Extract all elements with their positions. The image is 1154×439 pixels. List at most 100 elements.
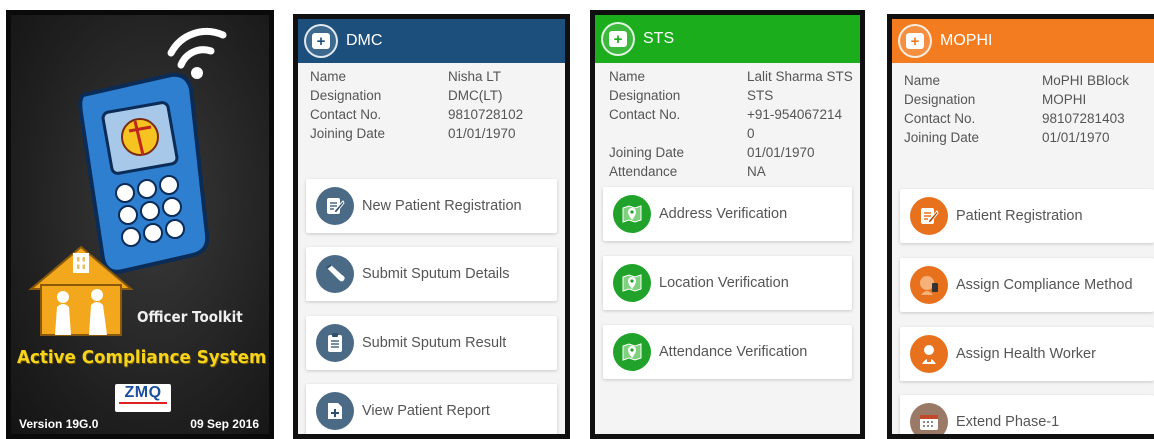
info-value: Nisha LT — [448, 69, 502, 84]
zmq-logo: ZMQ — [115, 384, 171, 412]
info-label: Name — [904, 73, 941, 88]
info-label: Designation — [310, 88, 382, 103]
splash-screen: Officer Toolkit Active Compliance System… — [6, 10, 274, 439]
health-worker-icon — [910, 335, 948, 373]
map-pin-icon — [613, 195, 651, 233]
phone-logo-illustration — [28, 27, 227, 336]
assign-compliance-method-button[interactable]: Assign Compliance Method — [900, 258, 1154, 312]
info-label: Joining Date — [609, 145, 685, 160]
dmc-profile-info: Name Nisha LT Designation DMC(LT) Contact … — [310, 67, 561, 143]
version-label: Version 19G.0 — [19, 417, 99, 431]
info-label: Joining Date — [310, 126, 386, 141]
new-patient-registration-button[interactable]: New Patient Registration — [306, 179, 557, 233]
sts-screen: + STS Name Lalit Sharma STS Designation ST… — [590, 10, 865, 439]
info-value: NA — [747, 164, 766, 179]
logo-text: ZMQ — [124, 384, 162, 401]
info-row-contact: Contact No. +91-954067214 — [609, 105, 856, 124]
action-label: Assign Compliance Method — [956, 277, 1133, 293]
info-row-contact: Contact No. 9810728102 — [310, 105, 561, 124]
info-label: Contact No. — [310, 107, 382, 122]
info-row-joining: Joining Date 01/01/1970 — [609, 143, 856, 162]
info-label: Contact No. — [609, 107, 681, 122]
mophi-header: + MOPHI — [892, 19, 1154, 63]
info-row-joining: Joining Date 01/01/1970 — [310, 124, 561, 143]
info-row-name: Name Nisha LT — [310, 67, 561, 86]
submit-sputum-details-button[interactable]: Submit Sputum Details — [306, 247, 557, 301]
officer-toolkit-label: Officer Toolkit — [137, 308, 243, 326]
address-verification-button[interactable]: Address Verification — [603, 187, 852, 241]
info-value: DMC(LT) — [448, 88, 503, 103]
action-label: Submit Sputum Result — [362, 335, 507, 351]
edit-form-icon — [910, 197, 948, 235]
info-value: Lalit Sharma STS — [747, 69, 853, 84]
sts-profile-info: Name Lalit Sharma STS Designation STS Cont… — [609, 67, 856, 181]
info-row-joining: Joining Date 01/01/1970 — [904, 128, 1150, 147]
build-date: 09 Sep 2016 — [190, 417, 259, 431]
info-value: 0 — [747, 126, 755, 141]
action-label: View Patient Report — [362, 403, 490, 419]
dmc-header: + DMC — [298, 19, 565, 63]
info-row-contact: Contact No. 98107281403 — [904, 109, 1150, 128]
mophi-profile-info: Name MoPHI BBlock Designation MOPHI Contac… — [904, 71, 1150, 147]
extend-phase-1-button[interactable]: Extend Phase-1 — [900, 395, 1154, 434]
info-value: 01/01/1970 — [747, 145, 815, 160]
info-label — [609, 124, 747, 143]
info-row-designation: Designation STS — [609, 86, 856, 105]
attendance-verification-button[interactable]: Attendance Verification — [603, 325, 852, 379]
info-row-attendance: Attendance NA — [609, 162, 856, 181]
signal-icon — [167, 27, 227, 79]
location-verification-button[interactable]: Location Verification — [603, 256, 852, 310]
info-value: MoPHI BBlock — [1042, 73, 1130, 88]
dmc-title: DMC — [346, 32, 383, 49]
info-value: 98107281403 — [1042, 111, 1125, 126]
medical-kit-icon: + — [601, 22, 635, 56]
submit-sputum-result-button[interactable]: Submit Sputum Result — [306, 316, 557, 370]
report-list-icon — [316, 324, 354, 362]
test-tube-icon — [316, 255, 354, 293]
action-label: New Patient Registration — [362, 198, 522, 214]
info-label: Name — [310, 69, 347, 84]
sts-title: STS — [643, 30, 675, 47]
info-row-name: Name Lalit Sharma STS — [609, 67, 856, 86]
patient-registration-button[interactable]: Patient Registration — [900, 189, 1154, 243]
map-pin-icon — [613, 333, 651, 371]
medical-kit-icon: + — [898, 24, 932, 58]
action-label: Extend Phase-1 — [956, 414, 1060, 430]
mophi-screen: + MOPHI Name MoPHI BBlock Designation MOPH… — [887, 14, 1154, 439]
info-value: 01/01/1970 — [448, 126, 516, 141]
info-value: 01/01/1970 — [1042, 130, 1110, 145]
action-label: Location Verification — [659, 275, 789, 291]
info-label: Attendance — [609, 164, 678, 179]
info-row-designation: Designation DMC(LT) — [310, 86, 561, 105]
info-label: Contact No. — [904, 111, 976, 126]
info-row-contact-cont: 0 — [609, 124, 856, 143]
app-title: Active Compliance System — [17, 347, 267, 368]
person-phone-icon — [910, 266, 948, 304]
action-label: Assign Health Worker — [956, 346, 1096, 362]
logo-underline — [119, 402, 167, 404]
info-value: MOPHI — [1042, 92, 1087, 107]
info-row-name: Name MoPHI BBlock — [904, 71, 1150, 90]
info-row-designation: Designation MOPHI — [904, 90, 1150, 109]
action-label: Attendance Verification — [659, 344, 808, 360]
action-label: Patient Registration — [956, 208, 1083, 224]
dmc-screen: + DMC Name Nisha LT Designation DMC(LT) Co… — [293, 14, 570, 439]
sts-header: + STS — [595, 15, 860, 63]
assign-health-worker-button[interactable]: Assign Health Worker — [900, 327, 1154, 381]
info-value: +91-954067214 — [747, 107, 842, 122]
mophi-title: MOPHI — [940, 32, 993, 49]
document-add-icon — [316, 392, 354, 430]
calendar-icon — [910, 403, 948, 434]
action-label: Submit Sputum Details — [362, 266, 510, 282]
info-label: Designation — [609, 88, 681, 103]
view-patient-report-button[interactable]: View Patient Report — [306, 384, 557, 434]
edit-form-icon — [316, 187, 354, 225]
mobile-phone-icon — [78, 72, 210, 274]
info-value: STS — [747, 88, 774, 103]
info-label: Designation — [904, 92, 976, 107]
medical-kit-icon: + — [304, 24, 338, 58]
info-label: Joining Date — [904, 130, 980, 145]
info-value: 9810728102 — [448, 107, 524, 122]
map-pin-icon — [613, 264, 651, 302]
info-label: Name — [609, 69, 646, 84]
